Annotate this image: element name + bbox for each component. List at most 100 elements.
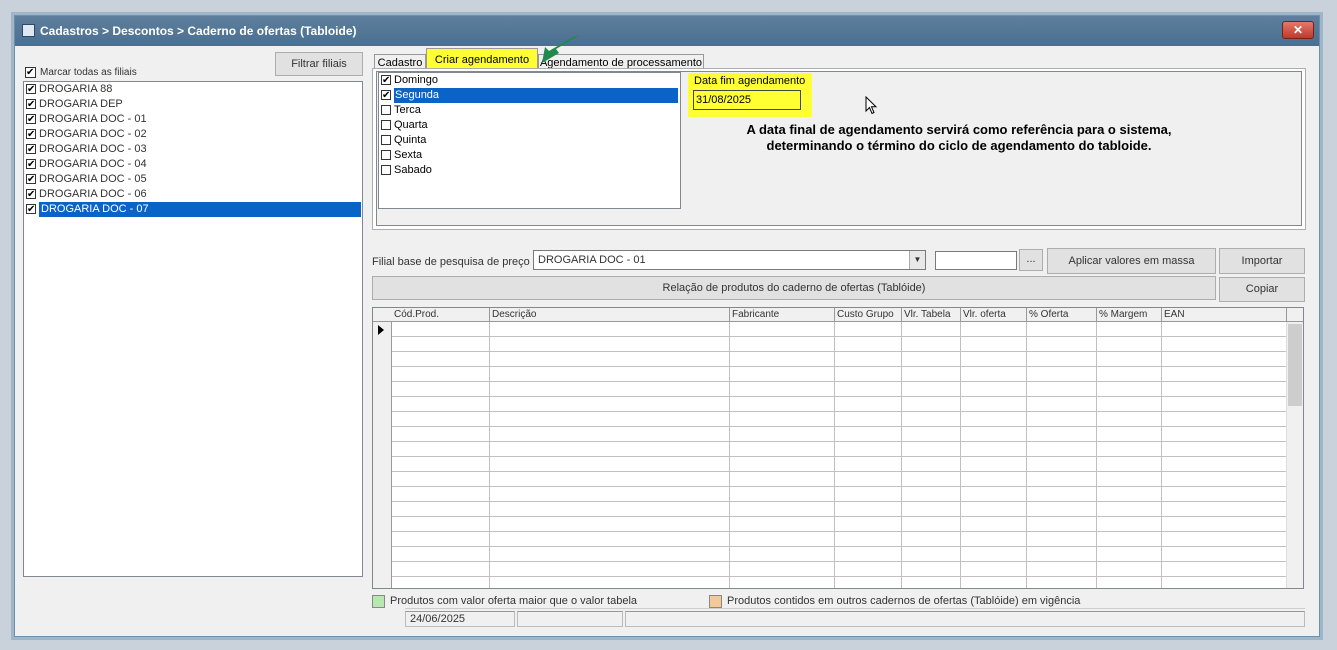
table-row[interactable] [373, 412, 1287, 427]
branch-checkbox[interactable] [26, 114, 36, 125]
table-row[interactable] [373, 517, 1287, 532]
weekday-label: Sabado [394, 164, 432, 176]
branch-checkbox[interactable] [26, 129, 36, 140]
import-button[interactable]: Importar [1219, 248, 1305, 274]
vertical-scrollbar[interactable] [1286, 322, 1303, 588]
weekday-item[interactable]: Quinta [379, 133, 680, 148]
column-header[interactable]: EAN [1162, 308, 1287, 322]
branch-label: DROGARIA DOC - 07 [39, 202, 361, 217]
weekday-checkbox[interactable] [381, 150, 391, 161]
weekday-checkbox[interactable] [381, 105, 391, 116]
branch-item[interactable]: DROGARIA DEP [24, 97, 362, 112]
weekday-checkbox[interactable] [381, 120, 391, 131]
branch-checkbox[interactable] [26, 204, 36, 215]
branch-list[interactable]: DROGARIA 88 DROGARIA DEP DROGARIA DOC - 01… [23, 81, 363, 577]
mass-value-input[interactable] [935, 251, 1017, 270]
app-icon [22, 24, 35, 37]
weekday-checkbox[interactable] [381, 135, 391, 146]
branch-checkbox[interactable] [26, 189, 36, 200]
column-header[interactable]: Vlr. oferta [961, 308, 1027, 322]
branch-label: DROGARIA DOC - 03 [39, 143, 147, 155]
status-cell-3 [625, 611, 1305, 627]
weekday-list[interactable]: Domingo SegundaTerca Quarta Quinta Sexta Saba… [378, 72, 681, 209]
table-row[interactable] [373, 442, 1287, 457]
title-bar: Cadastros > Descontos > Caderno de ofert… [15, 16, 1319, 46]
branch-label: DROGARIA DOC - 05 [39, 173, 147, 185]
table-row[interactable] [373, 382, 1287, 397]
weekday-item[interactable]: Segunda [379, 88, 680, 103]
weekday-item[interactable]: Quarta [379, 118, 680, 133]
branch-checkbox[interactable] [26, 174, 36, 185]
column-header[interactable]: % Margem [1097, 308, 1162, 322]
end-date-field[interactable]: 31/08/2025 [693, 90, 801, 110]
table-row[interactable] [373, 532, 1287, 547]
table-row[interactable] [373, 397, 1287, 412]
scrollbar-thumb[interactable] [1288, 324, 1302, 406]
weekday-item[interactable]: Domingo [379, 73, 680, 88]
column-header[interactable]: % Oferta [1027, 308, 1097, 322]
copy-button[interactable]: Copiar [1219, 277, 1305, 302]
table-row[interactable] [373, 367, 1287, 382]
column-header[interactable]: Cód.Prod. [392, 308, 490, 322]
check-all-branches[interactable]: Marcar todas as filiais [25, 66, 137, 80]
column-header[interactable]: Vlr. Tabela [902, 308, 961, 322]
branch-item[interactable]: DROGARIA 88 [24, 82, 362, 97]
legend-green: Produtos com valor oferta maior que o va… [372, 594, 637, 608]
filter-branches-button[interactable]: Filtrar filiais [275, 52, 363, 76]
browse-button[interactable]: ... [1019, 249, 1043, 271]
table-row[interactable] [373, 352, 1287, 367]
note-line-1: A data final de agendamento servirá como… [746, 122, 1172, 137]
branch-checkbox[interactable] [26, 99, 36, 110]
branch-checkbox[interactable] [26, 144, 36, 155]
close-button[interactable]: ✕ [1282, 21, 1314, 39]
table-row[interactable] [373, 472, 1287, 487]
branch-item[interactable]: DROGARIA DOC - 01 [24, 112, 362, 127]
legend-green-label: Produtos com valor oferta maior que o va… [390, 595, 638, 607]
weekday-item[interactable]: Terca [379, 103, 680, 118]
weekday-label: Domingo [394, 74, 439, 86]
branch-item[interactable]: DROGARIA DOC - 05 [24, 172, 362, 187]
products-list-title: Relação de produtos do caderno de oferta… [372, 276, 1216, 300]
chevron-down-icon[interactable]: ▼ [909, 251, 925, 269]
table-row[interactable] [373, 547, 1287, 562]
weekday-label: Sexta [394, 149, 423, 161]
column-header[interactable]: Custo Grupo [835, 308, 902, 322]
products-grid[interactable]: Cód.Prod. Descrição Fabricante Custo Grupo V… [372, 307, 1304, 589]
table-row[interactable] [373, 337, 1287, 352]
weekday-item[interactable]: Sabado [379, 163, 680, 178]
column-header[interactable]: Descrição [490, 308, 730, 322]
table-row[interactable] [373, 487, 1287, 502]
base-branch-select[interactable]: DROGARIA DOC - 01 ▼ [533, 250, 926, 270]
weekday-label: Quinta [394, 134, 427, 146]
end-date-label: Data fim agendamento [694, 75, 806, 87]
branch-item[interactable]: DROGARIA DOC - 04 [24, 157, 362, 172]
branch-label: DROGARIA DOC - 06 [39, 188, 147, 200]
weekday-item[interactable]: Sexta [379, 148, 680, 163]
branch-checkbox[interactable] [26, 84, 36, 95]
branch-item[interactable]: DROGARIA DOC - 07 [24, 202, 362, 217]
branch-label: DROGARIA DOC - 02 [39, 128, 147, 140]
tab-panel: Domingo SegundaTerca Quarta Quinta Sexta Saba… [372, 68, 1306, 230]
column-header[interactable]: Fabricante [730, 308, 835, 322]
branch-label: DROGARIA DOC - 01 [39, 113, 147, 125]
weekday-checkbox[interactable] [381, 165, 391, 176]
schedule-panel: Domingo SegundaTerca Quarta Quinta Sexta Saba… [376, 71, 1302, 226]
weekday-checkbox[interactable] [381, 90, 391, 101]
table-row[interactable] [373, 457, 1287, 472]
main-window: Cadastros > Descontos > Caderno de ofert… [14, 15, 1320, 637]
table-row[interactable] [373, 502, 1287, 517]
weekday-checkbox[interactable] [381, 75, 391, 86]
table-row[interactable] [373, 322, 1287, 337]
check-all-checkbox[interactable] [25, 66, 36, 78]
table-row[interactable] [373, 562, 1287, 577]
branch-item[interactable]: DROGARIA DOC - 03 [24, 142, 362, 157]
mass-apply-button[interactable]: Aplicar valores em massa [1047, 248, 1216, 274]
branch-item[interactable]: DROGARIA DOC - 06 [24, 187, 362, 202]
note-line-2: determinando o término do ciclo de agend… [766, 138, 1152, 153]
branch-checkbox[interactable] [26, 159, 36, 170]
table-row[interactable] [373, 427, 1287, 442]
table-row[interactable] [373, 577, 1287, 588]
weekday-label: Segunda [394, 88, 678, 103]
branch-item[interactable]: DROGARIA DOC - 02 [24, 127, 362, 142]
end-date-group: Data fim agendamento 31/08/2025 [688, 73, 812, 117]
